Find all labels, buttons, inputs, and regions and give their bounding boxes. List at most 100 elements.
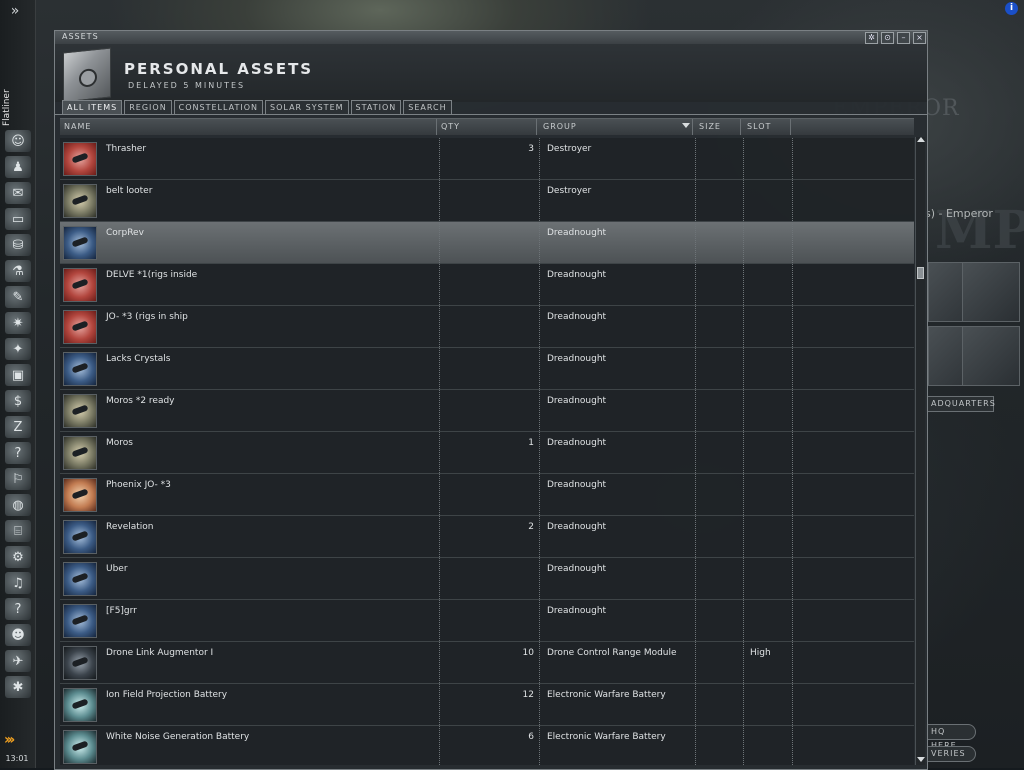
pin-icon[interactable]: ⊙ xyxy=(881,32,894,44)
fitting-icon[interactable]: ✦ xyxy=(5,338,31,360)
table-row[interactable]: Ion Field Projection Battery 12 Electronic… xyxy=(60,684,914,726)
window-titlebar[interactable]: ASSETS ✲ ⊙ – × xyxy=(55,31,927,44)
settings-icon[interactable]: ✲ xyxy=(865,32,878,44)
background-tile[interactable] xyxy=(962,326,1020,386)
table-row[interactable]: White Noise Generation Battery 6 Electroni… xyxy=(60,726,914,765)
column-divider xyxy=(439,138,440,765)
table-row[interactable]: Moros *2 ready Dreadnought xyxy=(60,390,914,432)
tab-solar-system[interactable]: SOLAR SYSTEM xyxy=(265,100,349,114)
sort-descending-icon xyxy=(682,123,690,128)
item-name: Uber xyxy=(106,564,128,574)
table-row[interactable]: belt looter Destroyer xyxy=(60,180,914,222)
column-divider xyxy=(695,138,696,765)
table-row[interactable]: Thrasher 3 Destroyer xyxy=(60,138,914,180)
tab-search[interactable]: SEARCH xyxy=(403,100,452,114)
scrollbar[interactable] xyxy=(915,137,925,765)
scroll-up-icon[interactable] xyxy=(917,137,925,142)
factory-icon[interactable]: ⚙ xyxy=(5,546,31,568)
table-row[interactable]: Moros 1 Dreadnought xyxy=(60,432,914,474)
table-row[interactable]: Drone Link Augmentor I 10 Drone Control Ra… xyxy=(60,642,914,684)
journal-icon[interactable]: ✎ xyxy=(5,286,31,308)
items-icon[interactable]: ✱ xyxy=(5,676,31,698)
ships-icon[interactable]: ✈ xyxy=(5,650,31,672)
tab-region[interactable]: REGION xyxy=(124,100,172,114)
item-name: Revelation xyxy=(106,522,154,532)
table-row[interactable]: CorpRev Dreadnought xyxy=(60,222,914,264)
contracts-icon[interactable]: ⚐ xyxy=(5,468,31,490)
item-icon[interactable] xyxy=(63,394,97,428)
asset-list: Thrasher 3 Destroyer belt looter Destroyer Co… xyxy=(60,138,914,765)
item-name: Moros xyxy=(106,438,133,448)
background-tile[interactable] xyxy=(962,262,1020,322)
table-row[interactable]: Uber Dreadnought xyxy=(60,558,914,600)
neocom-expand-button[interactable]: » xyxy=(0,0,30,24)
safe-dial-icon xyxy=(79,67,97,88)
table-row[interactable]: [F5]grr Dreadnought xyxy=(60,600,914,642)
market-icon[interactable]: ⛁ xyxy=(5,234,31,256)
item-icon[interactable] xyxy=(63,730,97,764)
column-header-qty[interactable]: QTY xyxy=(437,119,537,135)
table-row[interactable]: DELVE *1(rigs inside Dreadnought xyxy=(60,264,914,306)
item-icon[interactable] xyxy=(63,688,97,722)
item-icon[interactable] xyxy=(63,142,97,176)
background-deliveries-button[interactable]: VERIES xyxy=(926,746,976,762)
item-icon[interactable] xyxy=(63,310,97,344)
minimize-icon[interactable]: – xyxy=(897,32,910,44)
notepad-icon[interactable]: ▭ xyxy=(5,208,31,230)
item-icon[interactable] xyxy=(63,268,97,302)
item-name: Ion Field Projection Battery xyxy=(106,690,228,700)
table-row[interactable]: Lacks Crystals Dreadnought xyxy=(60,348,914,390)
character-name[interactable]: Flatliner xyxy=(2,82,22,126)
close-icon[interactable]: × xyxy=(913,32,926,44)
tab-station[interactable]: STATION xyxy=(350,100,402,114)
item-icon[interactable] xyxy=(63,436,97,470)
table-row[interactable]: Revelation 2 Dreadnought xyxy=(60,516,914,558)
column-header-group[interactable]: GROUP xyxy=(539,119,693,135)
ship-silhouette-icon xyxy=(71,194,89,206)
column-header-name[interactable]: NAME xyxy=(60,119,437,135)
table-row[interactable]: JO- *3 (rigs in ship Dreadnought xyxy=(60,306,914,348)
item-name: DELVE *1(rigs inside xyxy=(106,270,198,280)
tab-constellation[interactable]: CONSTELLATION xyxy=(173,100,264,114)
corporation-icon[interactable]: Z xyxy=(5,416,31,438)
scroll-thumb[interactable] xyxy=(917,267,924,279)
people-places-icon[interactable]: ♟ xyxy=(5,156,31,178)
item-icon[interactable] xyxy=(63,226,97,260)
help-icon[interactable]: ? xyxy=(5,442,31,464)
map-icon[interactable]: ✷ xyxy=(5,312,31,334)
background-tab-headquarters[interactable]: ADQUARTERS xyxy=(926,396,995,412)
planets-icon[interactable]: ◍ xyxy=(5,494,31,516)
item-icon[interactable] xyxy=(63,478,97,512)
neocom-menu-arrows-icon[interactable]: ››› xyxy=(4,732,32,748)
ship-silhouette-icon xyxy=(71,236,89,248)
column-header-slot[interactable]: SLOT xyxy=(743,119,791,135)
scroll-down-icon[interactable] xyxy=(917,757,925,762)
filter-tabs: ALL ITEMS REGION CONSTELLATION SOLAR SYSTEM… xyxy=(62,100,452,114)
item-icon[interactable] xyxy=(63,184,97,218)
clock: 13:01 xyxy=(5,754,29,763)
headset-icon[interactable]: ♫ xyxy=(5,572,31,594)
ship-silhouette-icon xyxy=(71,320,89,332)
portrait-icon[interactable]: ☻ xyxy=(5,624,31,646)
table-row[interactable]: Phoenix JO- *3 Dreadnought xyxy=(60,474,914,516)
wallet-icon[interactable]: $ xyxy=(5,390,31,412)
item-icon[interactable] xyxy=(63,520,97,554)
browser-icon[interactable]: ⌸ xyxy=(5,520,31,542)
science-icon[interactable]: ⚗ xyxy=(5,260,31,282)
safe-icon xyxy=(63,47,111,103)
item-icon[interactable] xyxy=(63,352,97,386)
item-icon[interactable] xyxy=(63,562,97,596)
item-qty: 3 xyxy=(528,144,534,154)
column-header-size[interactable]: SIZE xyxy=(695,119,741,135)
tab-all-items[interactable]: ALL ITEMS xyxy=(62,100,123,114)
background-hq-here-button[interactable]: HQ HERE xyxy=(926,724,976,750)
ship-silhouette-icon xyxy=(71,530,89,542)
help-question-icon[interactable]: ? xyxy=(5,598,31,620)
assets-icon[interactable]: ▣ xyxy=(5,364,31,386)
item-icon[interactable] xyxy=(63,646,97,680)
item-icon[interactable] xyxy=(63,604,97,638)
character-sheet-icon[interactable]: ☺ xyxy=(5,130,31,152)
item-qty: 12 xyxy=(522,690,534,700)
mail-icon[interactable]: ✉ xyxy=(5,182,31,204)
info-icon[interactable]: i xyxy=(1005,2,1018,15)
